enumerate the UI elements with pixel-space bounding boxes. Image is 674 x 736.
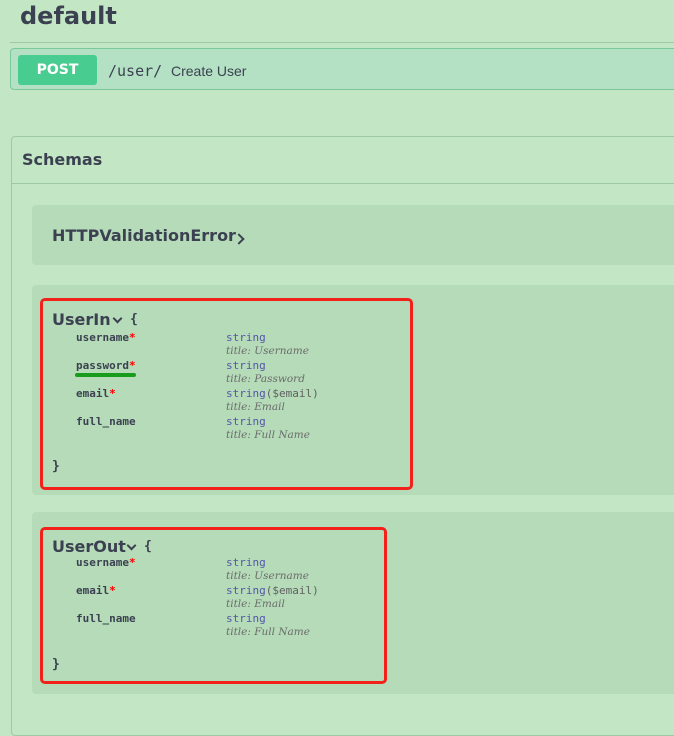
schemas-header[interactable]: Schemas bbox=[12, 137, 674, 184]
operation-path: /user/ bbox=[108, 62, 163, 80]
section-divider bbox=[10, 42, 674, 43]
highlight-box-userin bbox=[40, 298, 413, 490]
model-httpvalidationerror[interactable]: HTTPValidationError bbox=[32, 205, 674, 265]
method-badge: POST bbox=[18, 55, 97, 85]
model-name: HTTPValidationError bbox=[52, 226, 236, 245]
section-title[interactable]: default bbox=[20, 2, 117, 30]
operation-post-user[interactable]: POST /user/ Create User bbox=[10, 48, 674, 90]
schemas-title: Schemas bbox=[22, 150, 103, 169]
highlight-box-userout bbox=[40, 527, 387, 684]
operation-summary: Create User bbox=[171, 63, 247, 79]
underline-mark-password bbox=[75, 373, 136, 377]
